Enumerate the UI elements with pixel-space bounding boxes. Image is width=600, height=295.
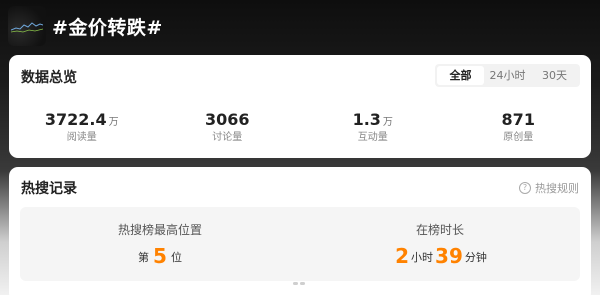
duration-minutes-unit: 分钟 xyxy=(464,251,487,264)
topic-thumbnail xyxy=(8,6,46,46)
highest-position-prefix: 第 xyxy=(138,251,150,264)
tab-all[interactable]: 全部 xyxy=(437,66,484,85)
stat-interactions-unit: 万 xyxy=(382,117,393,128)
highest-position-value: 5 xyxy=(153,244,167,268)
stat-interactions-label: 互动量 xyxy=(357,132,388,143)
highest-position-label: 热搜榜最高位置 xyxy=(117,223,202,237)
hot-search-rules-link[interactable]: ? 热搜规则 xyxy=(519,180,579,196)
stats-row: 3722.4 万 阅读量 3066 讨论量 1.3 万 互动量 871 原创量 xyxy=(9,109,591,145)
stat-reads-label: 阅读量 xyxy=(66,132,97,143)
stat-reads-unit: 万 xyxy=(108,117,119,128)
stat-originals-label: 原创量 xyxy=(503,132,534,143)
hot-record-title: 热搜记录 xyxy=(21,181,77,197)
hot-search-rules-label: 热搜规则 xyxy=(535,182,579,195)
topic-title: #金价转跌# xyxy=(52,17,163,39)
tab-30d[interactable]: 30天 xyxy=(531,66,578,85)
time-on-list: 在榜时长 2 小时 39 分钟 xyxy=(300,207,580,281)
question-icon: ? xyxy=(519,182,531,194)
duration-hours-value: 2 xyxy=(395,244,410,268)
stat-reads: 3722.4 万 阅读量 xyxy=(9,109,155,145)
stat-originals-value: 871 xyxy=(501,110,535,129)
hot-search-record-card: 热搜记录 ? 热搜规则 热搜榜最高位置 第5位 在榜时长 2 小时 39 分钟 xyxy=(9,167,591,295)
highest-position-suffix: 位 xyxy=(170,251,182,264)
hot-record-panel: 热搜榜最高位置 第5位 在榜时长 2 小时 39 分钟 xyxy=(20,207,580,281)
chart-thumbnail-icon xyxy=(11,22,43,33)
stat-discussions-value: 3066 xyxy=(204,110,250,129)
overview-title: 数据总览 xyxy=(21,70,77,86)
page-indicator-dot xyxy=(300,282,305,285)
tab-24h[interactable]: 24小时 xyxy=(484,66,531,85)
stat-discussions-label: 讨论量 xyxy=(212,132,243,143)
stat-discussions: 3066 讨论量 xyxy=(155,109,301,145)
stat-interactions-value: 1.3 xyxy=(352,110,381,129)
duration-hours-unit: 小时 xyxy=(411,251,434,264)
stat-originals: 871 原创量 xyxy=(446,109,592,145)
time-range-tabs: 全部 24小时 30天 xyxy=(435,64,580,87)
stat-interactions: 1.3 万 互动量 xyxy=(300,109,446,145)
duration-minutes-value: 39 xyxy=(435,244,463,268)
time-on-list-label: 在榜时长 xyxy=(415,223,464,237)
page-indicator-dot xyxy=(293,282,298,285)
topic-header: #金价转跌# xyxy=(0,0,600,54)
highest-position: 热搜榜最高位置 第5位 xyxy=(20,207,300,281)
data-overview-card: 数据总览 全部 24小时 30天 3722.4 万 阅读量 3066 讨论量 1.… xyxy=(9,55,591,158)
page-indicator xyxy=(293,282,307,285)
stat-reads-value: 3722.4 xyxy=(44,110,107,129)
